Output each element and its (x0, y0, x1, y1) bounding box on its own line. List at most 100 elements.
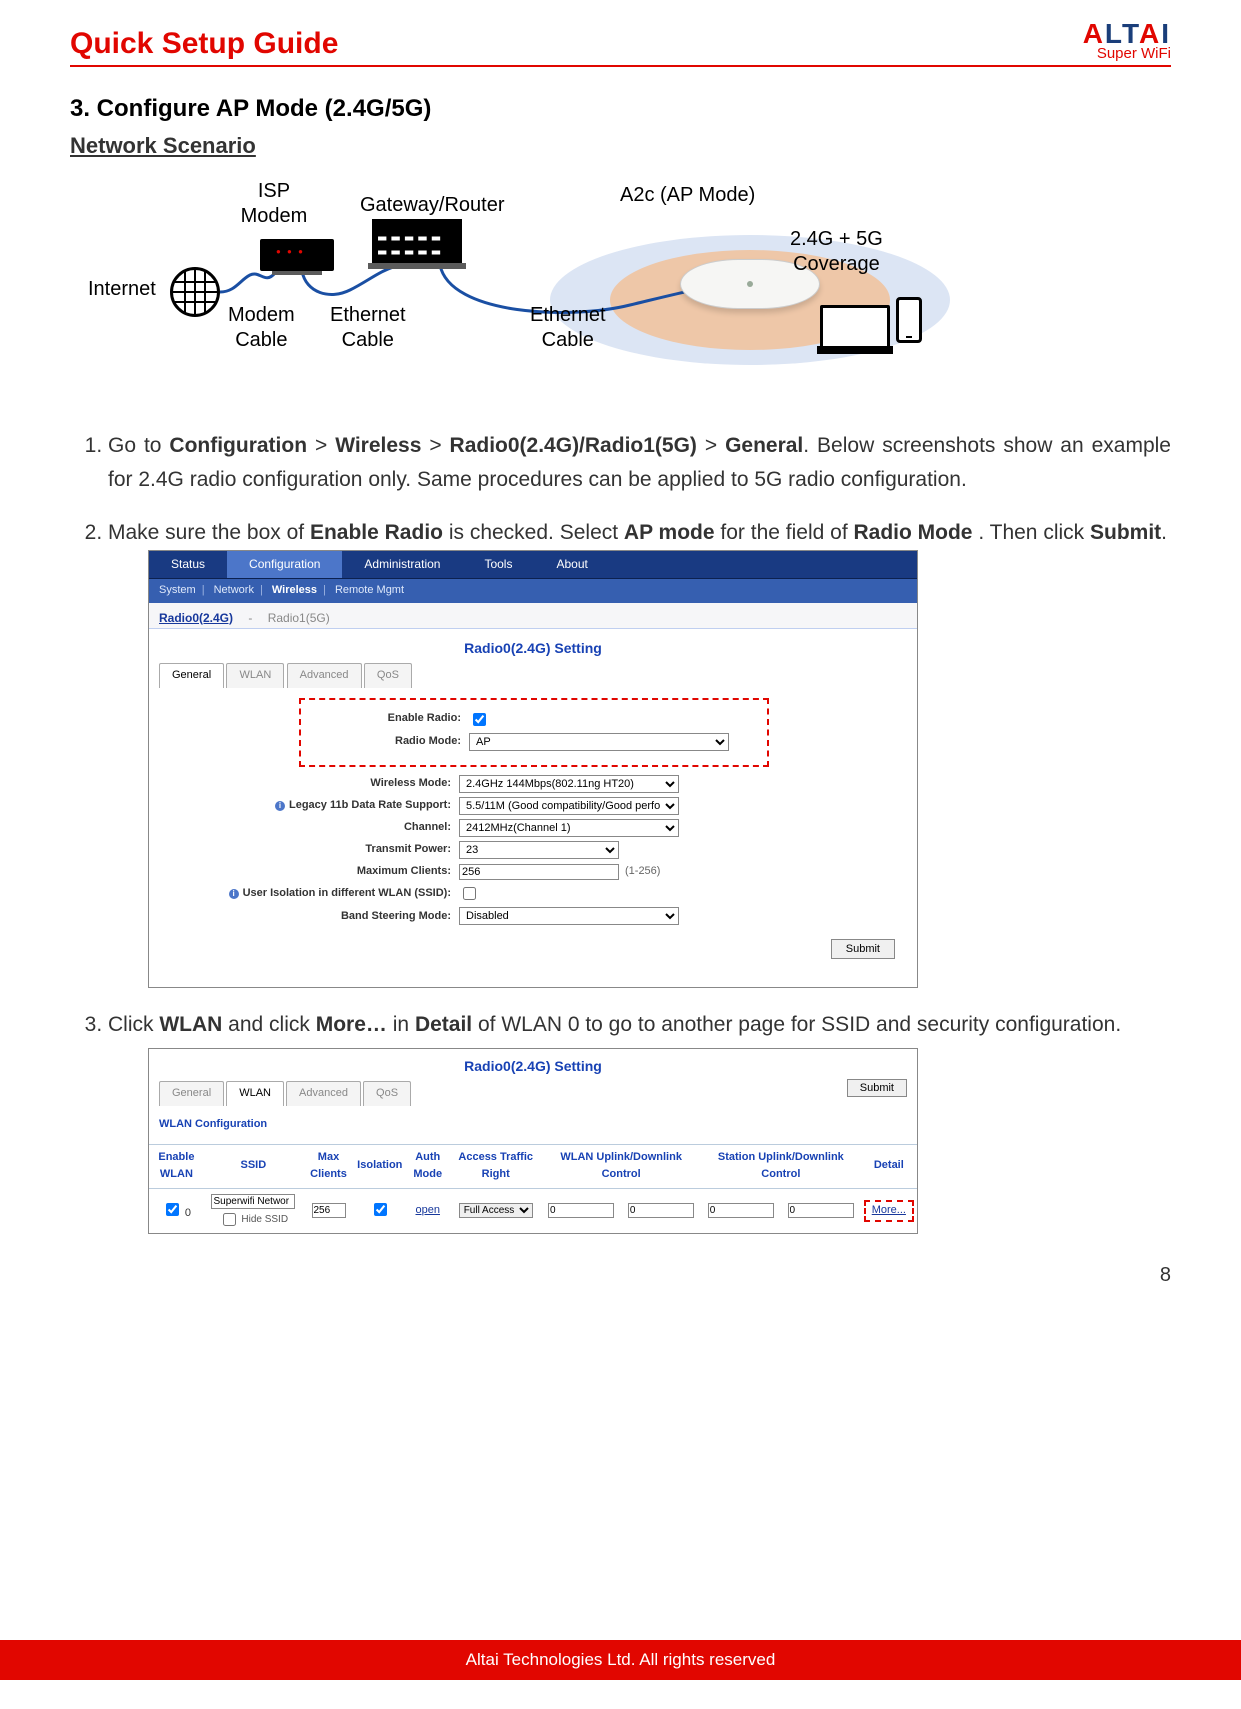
menu-administration[interactable]: Administration (342, 551, 462, 578)
subtab-wlan[interactable]: WLAN (226, 663, 284, 688)
checkbox-hide-ssid-0[interactable] (223, 1213, 236, 1226)
submenu: System| Network| Wireless| Remote Mgmt (149, 579, 917, 603)
menubar: Status Configuration Administration Tool… (149, 551, 917, 579)
select-tx-power[interactable]: 23 (459, 841, 619, 859)
submenu-network[interactable]: Network (214, 584, 254, 596)
menu-about[interactable]: About (534, 551, 609, 578)
subtab-general[interactable]: General (159, 663, 224, 688)
router-ports: ▬▬▬▬▬▬▬▬▬▬ (378, 231, 445, 259)
th-ssid: SSID (204, 1144, 303, 1188)
subtab2-general[interactable]: General (159, 1081, 224, 1106)
input-wlan-down-0[interactable] (628, 1203, 694, 1218)
subtab2-wlan[interactable]: WLAN (226, 1081, 284, 1106)
menu-status[interactable]: Status (149, 551, 227, 578)
phone-icon (896, 297, 922, 343)
label-enable-radio: Enable Radio: (309, 710, 469, 728)
table-header-row: Enable WLAN SSID Max Clients Isolation A… (149, 1144, 917, 1188)
diagram-label-ap: A2c (AP Mode) (620, 183, 755, 208)
diagram-label-gateway: Gateway/Router (360, 193, 505, 218)
menu-configuration[interactable]: Configuration (227, 551, 342, 578)
form-area: Enable Radio: Radio Mode: AP Wireless Mo… (149, 688, 917, 988)
diagram-label-eth-cable-2: EthernetCable (530, 303, 606, 353)
diagram-label-coverage: 2.4G + 5GCoverage (790, 227, 883, 277)
diagram-label-modem-cable: ModemCable (228, 303, 295, 353)
panel-title-2: Radio0(2.4G) Setting (149, 1049, 917, 1081)
submenu-remote[interactable]: Remote Mgmt (335, 584, 404, 596)
highlight-box: Enable Radio: Radio Mode: AP (299, 698, 769, 767)
submit-button-2[interactable]: Submit (847, 1079, 907, 1097)
th-auth: Auth Mode (405, 1144, 450, 1188)
network-diagram: Internet ISPModem ● ● ● Gateway/Router ▬… (70, 175, 1171, 405)
th-wlan-ctrl: WLAN Uplink/Downlink Control (541, 1144, 701, 1188)
checkbox-isolation[interactable] (463, 887, 476, 900)
more-link-0[interactable]: More... (872, 1204, 906, 1216)
laptop-icon (820, 305, 890, 349)
globe-icon (170, 267, 220, 317)
panel-title: Radio0(2.4G) Setting (149, 629, 917, 663)
select-radio-mode[interactable]: AP (469, 733, 729, 751)
label-tx-power: Transmit Power: (159, 841, 459, 859)
doc-title: Quick Setup Guide (70, 27, 338, 61)
checkbox-enable-radio[interactable] (473, 713, 486, 726)
label-radio-mode: Radio Mode: (309, 733, 469, 751)
input-sta-down-0[interactable] (788, 1203, 854, 1218)
input-wlan-up-0[interactable] (548, 1203, 614, 1218)
select-channel[interactable]: 2412MHz(Channel 1) (459, 819, 679, 837)
input-sta-up-0[interactable] (708, 1203, 774, 1218)
note-max-clients: (1-256) (625, 863, 660, 881)
label-channel: Channel: (159, 819, 459, 837)
instruction-step-1: Go to Configuration > Wireless > Radio0(… (108, 429, 1171, 496)
info-icon: i (229, 889, 239, 899)
input-max-clients-0[interactable] (312, 1203, 346, 1218)
th-enable: Enable WLAN (149, 1144, 204, 1188)
select-band-steering[interactable]: Disabled (459, 907, 679, 925)
input-max-clients[interactable] (459, 864, 619, 880)
select-access-0[interactable]: Full Access (459, 1203, 533, 1218)
screenshot-wlan-config: Radio0(2.4G) Setting General WLAN Advanc… (148, 1048, 918, 1234)
instruction-list: Go to Configuration > Wireless > Radio0(… (70, 429, 1171, 1234)
subtab-qos[interactable]: QoS (364, 663, 412, 688)
input-ssid-0[interactable] (211, 1194, 295, 1209)
subtab2-advanced[interactable]: Advanced (286, 1081, 361, 1106)
label-wireless-mode: Wireless Mode: (159, 775, 459, 793)
submenu-system[interactable]: System (159, 584, 196, 596)
label-isolation: iUser Isolation in different WLAN (SSID)… (159, 885, 459, 903)
th-max: Max Clients (303, 1144, 354, 1188)
radio-tabs: Radio0(2.4G) - Radio1(5G) (149, 603, 917, 629)
diagram-label-eth-cable-1: EthernetCable (330, 303, 406, 353)
highlight-more-link: More... (864, 1200, 914, 1222)
checkbox-enable-wlan-0[interactable] (166, 1203, 179, 1216)
th-sta-ctrl: Station Uplink/Downlink Control (701, 1144, 861, 1188)
diagram-label-isp-modem: ISPModem (241, 179, 308, 229)
select-wireless-mode[interactable]: 2.4GHz 144Mbps(802.11ng HT20) (459, 775, 679, 793)
subtab2-qos[interactable]: QoS (363, 1081, 411, 1106)
wlan-config-heading: WLAN Configuration (149, 1110, 917, 1144)
submenu-wireless[interactable]: Wireless (272, 584, 317, 596)
th-access: Access Traffic Right (450, 1144, 541, 1188)
tab-radio1[interactable]: Radio1(5G) (268, 611, 330, 625)
subtabs-2: General WLAN Advanced QoS Submit (149, 1081, 917, 1110)
menu-tools[interactable]: Tools (462, 551, 534, 578)
screenshot-radio-setting: Status Configuration Administration Tool… (148, 550, 918, 989)
footer: Altai Technologies Ltd. All rights reser… (0, 1640, 1241, 1680)
brand-logo: ALTAI (1083, 20, 1171, 48)
subtab-advanced[interactable]: Advanced (287, 663, 362, 688)
tab-radio0[interactable]: Radio0(2.4G) (159, 611, 233, 625)
table-row: 0 Hide SSID open Full Access M (149, 1188, 917, 1233)
info-icon: i (275, 801, 285, 811)
label-legacy: iLegacy 11b Data Rate Support: (159, 797, 459, 815)
link-auth-mode-0[interactable]: open (416, 1204, 440, 1216)
wlan-table: Enable WLAN SSID Max Clients Isolation A… (149, 1144, 917, 1234)
label-max-clients: Maximum Clients: (159, 863, 459, 881)
submit-button[interactable]: Submit (831, 939, 895, 959)
subtabs: General WLAN Advanced QoS (149, 663, 917, 688)
subsection-heading: Network Scenario (70, 133, 1171, 159)
label-band-steering: Band Steering Mode: (159, 908, 459, 926)
th-detail: Detail (861, 1144, 917, 1188)
checkbox-isolation-0[interactable] (374, 1203, 387, 1216)
th-iso: Isolation (354, 1144, 405, 1188)
select-legacy[interactable]: 5.5/11M (Good compatibility/Good perform… (459, 797, 679, 815)
brand-block: ALTAI Super WiFi (1083, 20, 1171, 61)
instruction-step-3: Click WLAN and click More… in Detail of … (108, 1008, 1171, 1234)
page-header: Quick Setup Guide ALTAI Super WiFi (70, 20, 1171, 67)
